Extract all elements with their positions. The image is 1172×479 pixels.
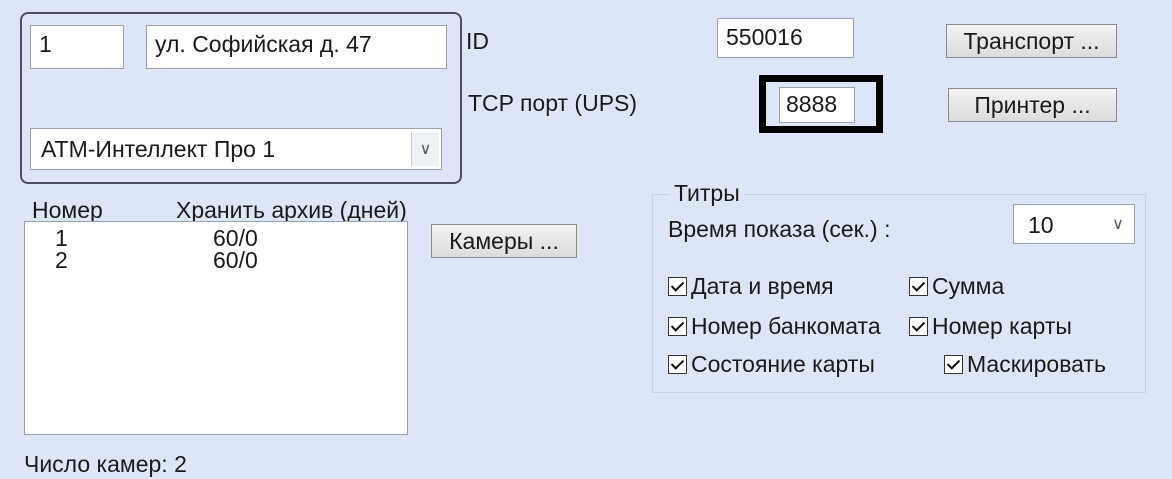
checkbox-card-state[interactable]: Состояние карты: [668, 351, 875, 378]
transport-button[interactable]: Транспорт ...: [946, 24, 1117, 58]
checkbox-check-icon[interactable]: [909, 277, 928, 296]
show-time-label: Время показа (сек.) :: [668, 216, 891, 242]
printer-button[interactable]: Принтер ...: [948, 88, 1117, 122]
atm-settings-panel: { "atm": { "number": "1", "address": "ул…: [0, 0, 1172, 479]
checkbox-date-time[interactable]: Дата и время: [668, 273, 834, 300]
list-item[interactable]: 2 60/0: [25, 247, 407, 273]
camera-count-label: Число камер: 2: [24, 451, 187, 477]
checkbox-mask[interactable]: Маскировать: [944, 351, 1106, 378]
chevron-down-icon[interactable]: ∨: [1104, 208, 1132, 240]
checkbox-check-icon[interactable]: [668, 317, 687, 336]
chevron-down-icon[interactable]: ∨: [411, 132, 439, 166]
atm-type-value: АТМ-Интеллект Про 1: [41, 136, 276, 162]
show-time-select[interactable]: 10 ∨: [1013, 204, 1135, 244]
checkbox-check-icon[interactable]: [668, 355, 687, 374]
camera-archive: 60/0: [213, 247, 258, 273]
camera-list[interactable]: 1 60/0 2 60/0: [24, 221, 408, 435]
atm-address-field[interactable]: ул. Софийская д. 47: [146, 25, 447, 69]
checkbox-label: Маскировать: [967, 351, 1106, 377]
id-field[interactable]: 550016: [717, 18, 854, 58]
checkbox-label: Состояние карты: [691, 351, 875, 377]
checkbox-check-icon[interactable]: [909, 317, 928, 336]
checkbox-check-icon[interactable]: [944, 355, 963, 374]
checkbox-label: Дата и время: [691, 273, 834, 299]
checkbox-label: Сумма: [932, 273, 1005, 299]
camera-archive: 60/0: [213, 225, 258, 251]
checkbox-check-icon[interactable]: [668, 277, 687, 296]
checkbox-label: Номер карты: [932, 313, 1072, 339]
camera-number: 2: [55, 247, 68, 273]
tcp-port-field[interactable]: 8888: [779, 87, 855, 123]
tcp-port-label: TCP порт (UPS): [468, 90, 638, 116]
titles-legend: Титры: [670, 180, 744, 207]
column-header-number: Номер: [32, 197, 103, 223]
atm-type-select[interactable]: АТМ-Интеллект Про 1 ∨: [30, 128, 442, 170]
column-header-archive: Хранить архив (дней): [176, 197, 407, 223]
atm-number-field[interactable]: 1: [30, 25, 124, 69]
checkbox-label: Номер банкомата: [691, 313, 881, 339]
show-time-value: 10: [1028, 212, 1054, 238]
camera-number: 1: [55, 225, 68, 251]
cameras-button[interactable]: Камеры ...: [431, 224, 577, 258]
id-label: ID: [466, 28, 489, 54]
checkbox-atm-number[interactable]: Номер банкомата: [668, 313, 881, 340]
checkbox-sum[interactable]: Сумма: [909, 273, 1004, 300]
checkbox-card-number[interactable]: Номер карты: [909, 313, 1072, 340]
list-item[interactable]: 1 60/0: [25, 225, 407, 251]
